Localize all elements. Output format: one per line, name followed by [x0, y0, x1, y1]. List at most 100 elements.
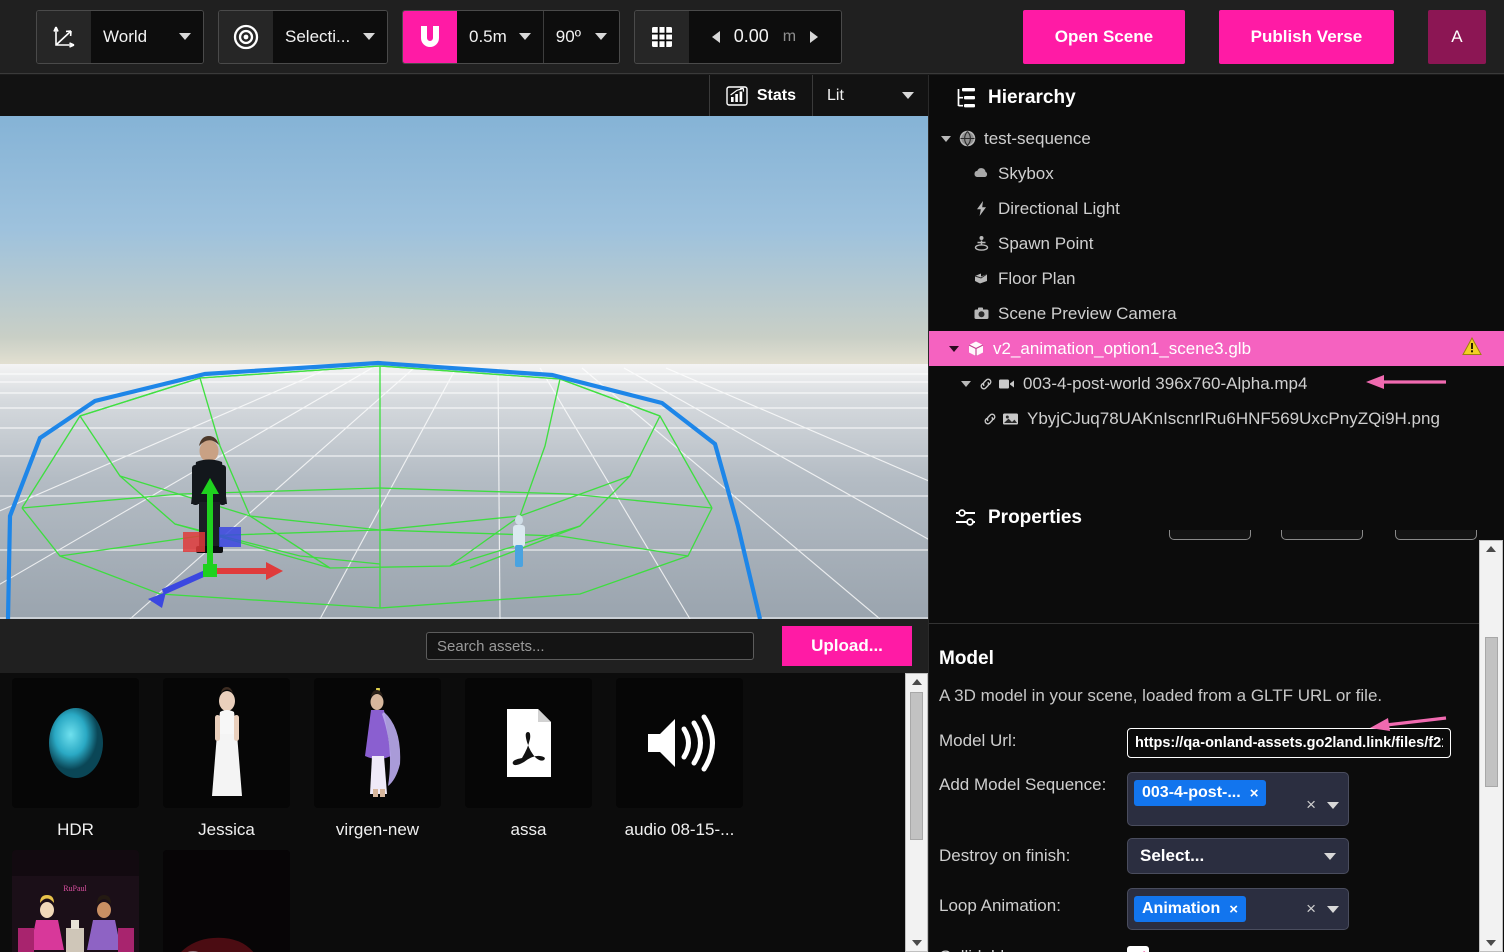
asset-item-dark-car[interactable] — [151, 850, 302, 952]
tree-item-texture-png[interactable]: YbyjCJuq78UAKnIscnrIRu6HNF569UxcPnyZQi9H… — [929, 401, 1504, 436]
pivot-dropdown[interactable]: Selecti... — [273, 10, 387, 63]
increment-icon[interactable] — [810, 30, 819, 43]
stats-button[interactable]: Stats — [708, 75, 813, 116]
properties-description: A 3D model in your scene, loaded from a … — [939, 686, 1383, 705]
shading-mode-value: Lit — [827, 86, 844, 104]
grid-height-value: 0.00 — [733, 26, 769, 46]
scrollbar-thumb[interactable] — [1484, 637, 1498, 787]
property-label: Add Model Sequence: — [939, 775, 1107, 794]
scroll-down-arrow[interactable] — [1480, 935, 1502, 951]
3d-viewport[interactable]: ] Focus | [Q] Rotate Left | [E] Rotate R… — [0, 116, 928, 619]
loop-animation-multiselect[interactable]: Animation × × — [1127, 888, 1349, 930]
warning-icon[interactable] — [1462, 336, 1482, 361]
asset-item-hdr[interactable]: HDR — [0, 678, 151, 840]
properties-section-title: Model — [939, 648, 994, 669]
chevron-down-icon[interactable] — [1324, 852, 1336, 860]
asset-label: audio 08-15-... — [624, 820, 735, 839]
clear-all-icon[interactable]: × — [1306, 899, 1316, 919]
chevron-down-icon[interactable] — [1327, 905, 1339, 913]
hierarchy-title: Hierarchy — [988, 87, 1076, 108]
clipped-button[interactable] — [1281, 530, 1363, 540]
asset-item-assa[interactable]: assa — [453, 678, 604, 840]
tree-item-floor-plan[interactable]: Floor Plan — [929, 261, 1504, 296]
asset-item-audio[interactable]: audio 08-15-... — [604, 678, 755, 840]
chevron-down-icon[interactable] — [961, 380, 971, 387]
hdr-sphere-icon — [48, 708, 103, 778]
tree-item-model-glb[interactable]: v2_animation_option1_scene3.glb — [929, 331, 1504, 366]
asset-grid[interactable]: HDR Jessica virgen-new assa audio 08-15-… — [0, 673, 905, 952]
asset-grid-scrollbar[interactable] — [905, 673, 928, 952]
chip-label: 003-4-post-... — [1142, 784, 1241, 801]
publish-verse-button[interactable]: Publish Verse — [1218, 9, 1394, 64]
chip-remove-icon[interactable]: × — [1250, 785, 1259, 802]
chart-icon — [726, 85, 748, 106]
upload-button[interactable]: Upload... — [782, 626, 912, 666]
transform-space-dropdown[interactable]: World — [91, 10, 203, 63]
asset-item-fashion[interactable]: RuPaul fashion — [0, 850, 151, 952]
model-url-input[interactable] — [1127, 728, 1451, 758]
pivot-group[interactable]: Selecti... — [218, 9, 388, 64]
chip-remove-icon[interactable]: × — [1229, 901, 1238, 918]
chip-model-sequence[interactable]: 003-4-post-... × — [1134, 780, 1267, 806]
asset-thumbnail: RuPaul — [12, 850, 139, 952]
grid-height-unit: m — [782, 27, 797, 45]
snap-angle-value: 90º — [555, 26, 581, 46]
tree-item-scene-preview-camera[interactable]: Scene Preview Camera — [929, 296, 1504, 331]
tree-item-test-sequence[interactable]: test-sequence — [929, 121, 1504, 156]
clipped-button[interactable] — [1395, 530, 1477, 540]
tree-item-video-mp4[interactable]: 003-4-post-world 396x760-Alpha.mp4 — [929, 366, 1504, 401]
scroll-up-arrow[interactable] — [906, 674, 927, 690]
add-model-sequence-multiselect[interactable]: 003-4-post-... × × — [1127, 772, 1349, 826]
snap-group[interactable]: 0.5m 90º — [402, 9, 620, 64]
chevron-down-icon[interactable] — [941, 135, 951, 142]
cube-icon — [968, 341, 984, 356]
avatar[interactable]: A — [1427, 9, 1486, 64]
shading-mode-dropdown[interactable]: Lit — [813, 75, 928, 116]
select-value: Select... — [1140, 846, 1205, 865]
property-label: Collidable: — [939, 946, 1127, 952]
snap-angle-dropdown[interactable]: 90º — [543, 10, 619, 63]
destroy-on-finish-select[interactable]: Select... — [1127, 838, 1349, 874]
chevron-down-icon[interactable] — [949, 345, 959, 352]
grid-group[interactable]: 0.00 m — [633, 9, 842, 64]
stats-label: Stats — [756, 86, 796, 104]
video-icon — [999, 379, 1014, 388]
collidable-checkbox[interactable] — [1127, 946, 1149, 952]
chevron-down-icon[interactable] — [1327, 801, 1339, 809]
chip-label: Animation — [1142, 900, 1221, 917]
sliders-icon — [956, 509, 975, 526]
snap-distance-dropdown[interactable]: 0.5m — [457, 10, 543, 63]
properties-scrollbar[interactable] — [1479, 540, 1503, 952]
video-thumb-icon: RuPaul — [12, 876, 139, 952]
grid-icon[interactable] — [634, 10, 689, 63]
grid-height-stepper[interactable]: 0.00 m — [688, 10, 841, 63]
tree-item-directional-light[interactable]: Directional Light — [929, 191, 1504, 226]
chip-animation[interactable]: Animation × — [1134, 896, 1246, 922]
asset-item-virgen-new[interactable]: virgen-new — [302, 678, 453, 840]
clear-all-icon[interactable]: × — [1306, 795, 1316, 815]
tree-item-spawn-point[interactable]: Spawn Point — [929, 226, 1504, 261]
clipped-button[interactable] — [1169, 530, 1251, 540]
properties-title: Properties — [988, 507, 1082, 528]
asset-thumbnail — [616, 678, 743, 808]
asset-item-jessica[interactable]: Jessica — [151, 678, 302, 840]
tree-item-skybox[interactable]: Skybox — [929, 156, 1504, 191]
spawn-icon — [974, 236, 989, 251]
viewport-toolbar: Stats Lit — [0, 75, 928, 116]
model-figure-icon — [211, 687, 242, 796]
search-input[interactable] — [426, 632, 754, 660]
property-label: Loop Animation: — [939, 896, 1061, 915]
scroll-up-arrow[interactable] — [1480, 541, 1502, 557]
asset-label: virgen-new — [335, 820, 420, 839]
image-icon — [1003, 413, 1018, 424]
magnet-icon[interactable] — [403, 10, 457, 63]
open-scene-button[interactable]: Open Scene — [1022, 9, 1185, 64]
scrollbar-thumb[interactable] — [910, 692, 923, 840]
scroll-down-arrow[interactable] — [906, 935, 927, 951]
transform-space-group[interactable]: World — [36, 9, 204, 64]
decrement-icon[interactable] — [711, 30, 720, 43]
tree-item-label: Directional Light — [998, 198, 1120, 218]
hierarchy-tree: test-sequence Skybox Directional Light S… — [929, 121, 1504, 436]
model-figure-purple-icon — [364, 688, 400, 797]
bolt-icon — [977, 201, 986, 216]
